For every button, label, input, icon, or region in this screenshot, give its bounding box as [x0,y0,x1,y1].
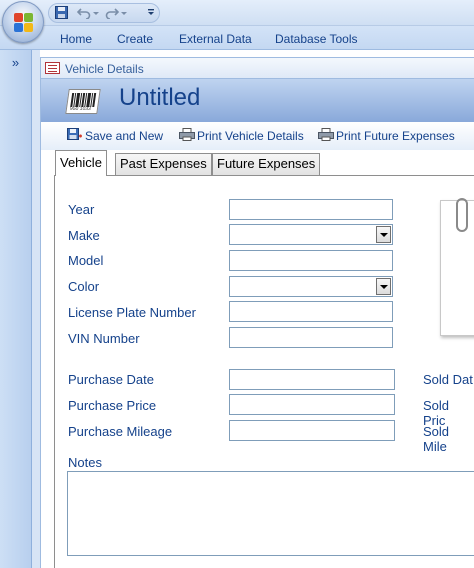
expand-navigation-button[interactable]: » [0,54,31,74]
license-plate-field[interactable] [229,301,393,322]
save-icon[interactable] [55,6,68,20]
tab-vehicle[interactable]: Vehicle [55,150,107,176]
quick-access-toolbar [48,3,160,23]
purchase-date-label: Purchase Date [68,372,154,387]
tab-create[interactable]: Create [117,32,153,46]
save-and-new-icon [67,128,82,141]
office-logo-icon [14,13,34,33]
save-and-new-button[interactable]: Save and New [85,129,163,143]
model-field[interactable] [229,250,393,271]
document-tab[interactable]: Vehicle Details [40,57,474,79]
notes-field[interactable] [67,471,474,556]
print-vehicle-details-button[interactable]: Print Vehicle Details [197,129,304,143]
ribbon-tab-row: Home Create External Data Database Tools [0,26,474,50]
form-toolbar: Save and New Print Vehicle Details Print… [40,122,474,150]
sold-mileage-label: Sold Mile [423,424,450,454]
purchase-mileage-label: Purchase Mileage [68,424,173,439]
purchase-mileage-field[interactable] [229,420,395,441]
office-button[interactable] [2,1,44,43]
model-label: Model [68,253,104,268]
printer-icon [179,128,195,141]
tab-past-expenses[interactable]: Past Expenses [115,153,212,175]
paperclip-icon [456,198,468,232]
chevron-down-icon[interactable] [376,226,391,243]
document-tab-label: Vehicle Details [65,62,144,76]
redo-icon[interactable] [105,6,120,20]
year-field[interactable] [229,199,393,220]
customize-qat-icon[interactable] [147,6,155,20]
vin-field[interactable] [229,327,393,348]
make-label: Make [68,228,100,243]
color-combo[interactable] [229,276,393,297]
purchase-date-field[interactable] [229,369,395,390]
undo-icon[interactable] [76,6,91,20]
tab-database-tools[interactable]: Database Tools [275,32,358,46]
pane-gap [32,50,40,568]
sold-date-label: Sold Dat [423,372,473,387]
barcode-text: 950 1033 [69,106,92,112]
tab-home[interactable]: Home [60,32,92,46]
barcode-icon: 950 1033 [65,89,101,114]
tab-strip-divider [54,175,474,176]
purchase-price-label: Purchase Price [68,398,157,413]
tab-future-expenses[interactable]: Future Expenses [212,153,321,175]
color-label: Color [68,279,100,294]
notes-label: Notes [68,455,102,470]
tab-external-data[interactable]: External Data [179,32,252,46]
page-title: Untitled [119,84,201,111]
undo-dropdown-icon[interactable] [93,6,99,20]
form-icon [45,62,60,74]
purchase-price-field[interactable] [229,394,395,415]
chevron-down-icon[interactable] [376,278,391,295]
print-future-expenses-button[interactable]: Print Future Expenses [336,129,455,143]
license-plate-label: License Plate Number [68,305,196,320]
navigation-pane-collapsed: » [0,50,32,568]
form-header: 950 1033 Untitled [40,79,474,122]
make-combo[interactable] [229,224,393,245]
printer-icon [318,128,334,141]
redo-dropdown-icon[interactable] [121,6,127,20]
vin-label: VIN Number [68,331,140,346]
year-label: Year [68,202,95,217]
